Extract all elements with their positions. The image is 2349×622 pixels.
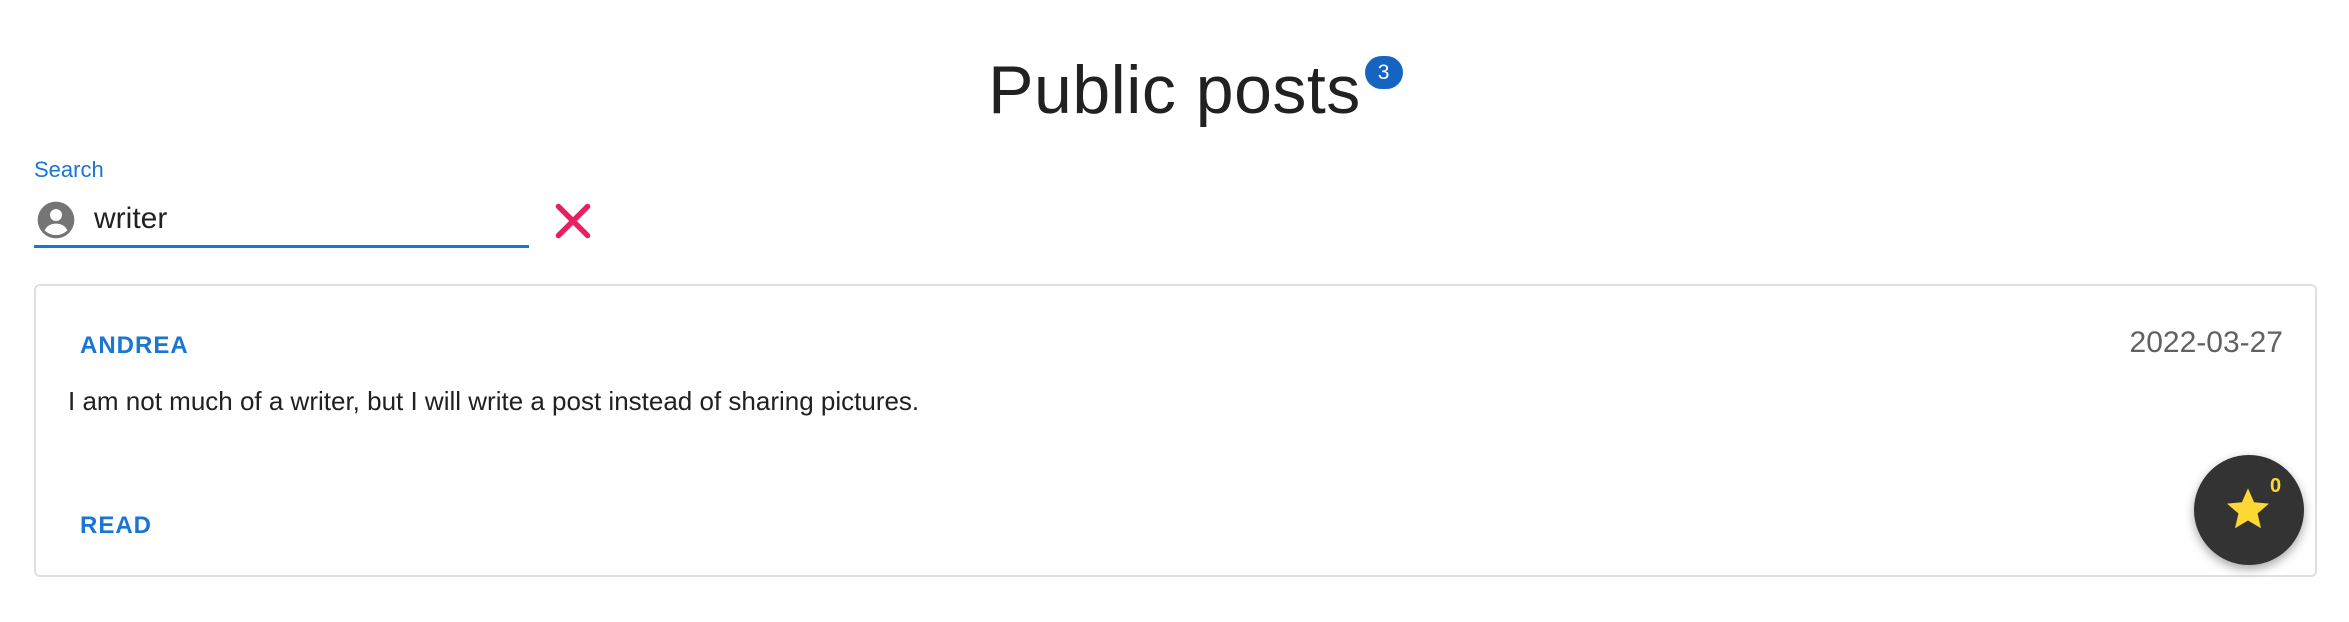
search-field[interactable] <box>34 192 529 248</box>
post-count-badge: 3 <box>1364 56 1403 89</box>
header: Public posts 3 <box>0 44 2349 136</box>
post-text: I am not much of a writer, but I will wr… <box>68 386 920 416</box>
page-title-text: Public posts <box>988 52 1361 128</box>
post-date: 2022-03-27 <box>2129 326 2283 359</box>
star-icon <box>2226 488 2270 529</box>
post-author-button[interactable]: ANDREA <box>80 332 189 360</box>
post-card: ANDREA 2022-03-27 I am not much of a wri… <box>34 284 2317 577</box>
page: Public posts 3 Search ANDREA 2022-03-27 … <box>0 0 2349 622</box>
search-label: Search <box>34 157 104 182</box>
favorites-count: 0 <box>2270 475 2282 497</box>
favorites-button[interactable]: 0 <box>2194 455 2304 565</box>
account-circle-icon <box>37 201 75 239</box>
read-button[interactable]: READ <box>80 512 152 540</box>
close-icon[interactable] <box>548 196 598 246</box>
page-title: Public posts 3 <box>988 44 1403 136</box>
search-input[interactable] <box>94 198 514 240</box>
